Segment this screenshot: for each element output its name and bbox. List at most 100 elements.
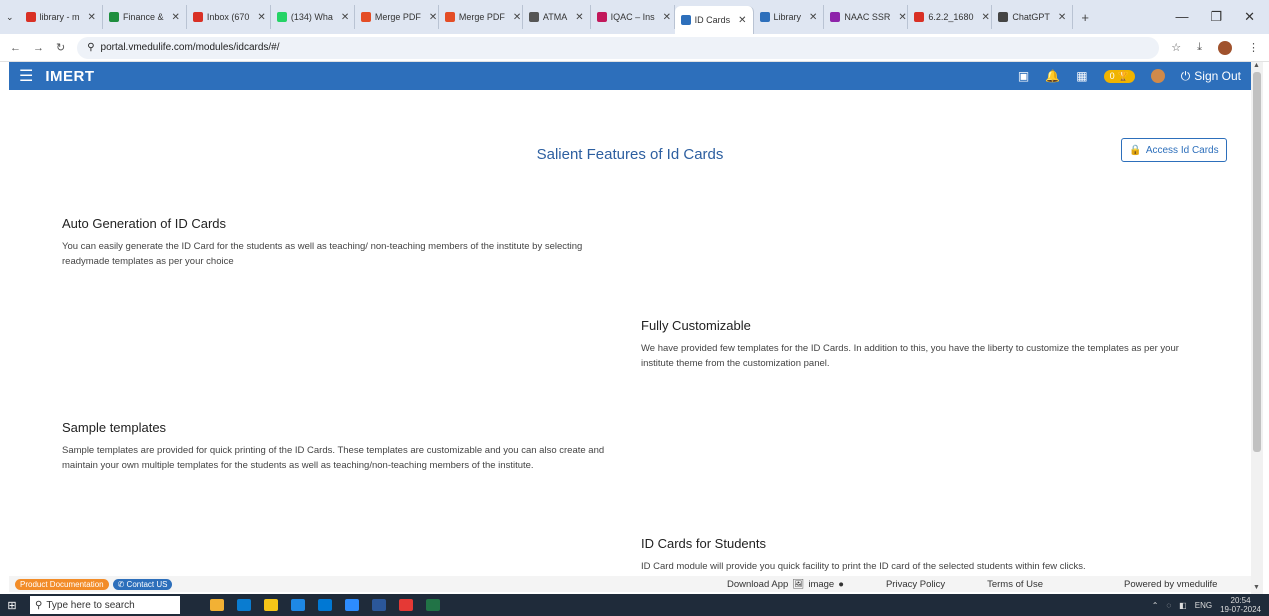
tab-close-icon[interactable]: ✕ [663, 12, 671, 23]
taskbar-app-icon[interactable] [237, 599, 251, 611]
power-icon: ⏻ [1180, 68, 1191, 83]
tab-close-icon[interactable]: ✕ [171, 12, 179, 23]
browser-tab[interactable]: Merge PDF ✕ [355, 5, 439, 29]
tab-label: 6.2.2_1680 [928, 12, 974, 22]
feature-title: ID Cards for Students [641, 536, 766, 551]
contact-us-button[interactable]: ✆ Contact US [112, 578, 173, 590]
taskbar-app-icon[interactable] [291, 599, 305, 611]
tab-close-icon[interactable]: ✕ [575, 12, 583, 23]
taskbar-app-icon[interactable] [345, 599, 359, 611]
browser-tab[interactable]: ATMA ✕ [523, 5, 591, 29]
apple-icon[interactable]: ● [838, 579, 844, 590]
taskbar-app-icon[interactable] [399, 599, 413, 611]
download-icon[interactable]: ⤓ [1197, 41, 1202, 54]
tab-close-icon[interactable]: ✕ [809, 12, 817, 23]
tab-close-icon[interactable]: ✕ [738, 15, 746, 26]
browser-tab[interactable]: ChatGPT ✕ [992, 5, 1074, 29]
tab-close-icon[interactable]: ✕ [429, 12, 437, 23]
tab-close-icon[interactable]: ✕ [513, 12, 521, 23]
window-controls: — ❐ ✕ [1175, 9, 1269, 25]
reload-icon[interactable]: ↻ [56, 41, 65, 54]
browser-tab[interactable]: NAAC SSR ✕ [824, 5, 909, 29]
browser-tab[interactable]: ID Cards ✕ [674, 6, 754, 34]
main-content: Salient Features of Id Cards 🔒 Access Id… [9, 90, 1251, 576]
browser-tab[interactable]: library - m ✕ [20, 5, 103, 29]
restore-icon[interactable]: ❐ [1210, 9, 1222, 25]
tab-close-icon[interactable]: ✕ [341, 12, 349, 23]
scrollbar-thumb[interactable] [1253, 72, 1261, 452]
tab-close-icon[interactable]: ✕ [1058, 12, 1066, 23]
site-settings-icon[interactable]: ⚲ [87, 42, 94, 53]
taskbar-app-icon[interactable] [264, 599, 278, 611]
search-icon: ⚲ [35, 599, 43, 611]
close-window-icon[interactable]: ✕ [1244, 9, 1255, 25]
windows-start-icon[interactable]: ⊞ [0, 599, 24, 612]
back-arrow-icon[interactable]: ← [10, 42, 21, 54]
browser-tab[interactable]: Inbox (670 ✕ [187, 5, 271, 29]
tab-close-icon[interactable]: ✕ [898, 12, 906, 23]
new-tab-plus-icon[interactable]: + [1073, 10, 1097, 25]
browser-tab[interactable]: (134) Wha ✕ [271, 5, 355, 29]
feature-auto-generation: Auto Generation of ID Cards You can easi… [62, 216, 622, 269]
taskbar-search[interactable]: ⚲ Type here to search [30, 596, 180, 614]
tab-favicon-icon [998, 12, 1009, 22]
tab-label: Inbox (670 [206, 12, 250, 22]
tab-close-icon[interactable]: ✕ [88, 12, 96, 23]
language-indicator[interactable]: ENG [1195, 601, 1212, 610]
download-app: Download App 🖼 image ● [727, 579, 844, 590]
bookmark-star-icon[interactable]: ☆ [1171, 41, 1181, 54]
privacy-policy-link[interactable]: Privacy Policy [886, 579, 945, 590]
browser-tab-strip: ⌄ library - m ✕ Finance & ✕ Inbox (670 ✕ (134)… [0, 0, 1269, 34]
taskbar-app-icon[interactable] [210, 599, 224, 611]
user-avatar[interactable] [1150, 69, 1165, 83]
windows-taskbar: ⊞ ⚲ Type here to search ⌃ ◌ ◧ ENG 20:54 … [0, 594, 1269, 616]
profile-avatar[interactable] [1218, 40, 1232, 55]
product-documentation-button[interactable]: Product Documentation [15, 578, 109, 590]
access-id-cards-label: Access Id Cards [1145, 144, 1219, 156]
forward-arrow-icon[interactable]: → [33, 42, 44, 54]
broken-image-icon[interactable]: 🖼 [792, 579, 804, 590]
points-badge[interactable]: 0 🏆 [1103, 69, 1135, 83]
page-scrollbar[interactable]: ▲ ▼ [1251, 62, 1263, 594]
access-id-cards-button[interactable]: 🔒 Access Id Cards [1121, 138, 1227, 162]
minimize-icon[interactable]: — [1175, 9, 1188, 25]
trophy-icon: 🏆 [1117, 70, 1129, 81]
url-field[interactable]: ⚲ portal.vmedulife.com/modules/idcards/#… [77, 36, 1160, 59]
network-icon[interactable]: ◌ [1166, 601, 1171, 610]
volume-icon[interactable]: ◧ [1179, 601, 1187, 610]
sign-out-button[interactable]: ⏻ Sign Out [1181, 69, 1241, 84]
tab-close-icon[interactable]: ✕ [981, 12, 989, 23]
scroll-up-arrow-icon[interactable]: ▲ [1253, 62, 1260, 69]
clock[interactable]: 20:54 19-07-2024 [1220, 596, 1261, 614]
taskbar-app-icon[interactable] [372, 599, 386, 611]
feature-fully-customizable: Fully Customizable We have provided few … [641, 318, 1201, 371]
download-app-label: Download App [727, 578, 789, 590]
tab-favicon-icon [596, 12, 607, 22]
tab-label: NAAC SSR [844, 12, 891, 22]
browser-tab[interactable]: Finance & ✕ [103, 5, 187, 29]
taskbar-app-icon[interactable] [318, 599, 332, 611]
browser-tab[interactable]: Merge PDF ✕ [439, 5, 523, 29]
clipboard-icon[interactable]: ▣ [1018, 69, 1029, 83]
tab-favicon-icon [192, 12, 203, 22]
tab-label: Merge PDF [374, 12, 421, 22]
browser-tab[interactable]: Library ✕ [754, 5, 825, 29]
hamburger-menu-icon[interactable]: ☰ [19, 66, 33, 86]
apps-grid-icon[interactable]: ▦ [1076, 69, 1087, 83]
app-header: ☰ IMERT ▣ 🔔 ▦ 0 🏆 ⏻ Sign Out [9, 62, 1251, 90]
scroll-down-arrow-icon[interactable]: ▼ [1253, 584, 1260, 591]
browser-menu-icon[interactable]: ⋮ [1248, 41, 1259, 54]
feature-text: ID Card module will provide you quick fa… [641, 561, 1086, 572]
notification-bell-icon[interactable]: 🔔 [1045, 69, 1060, 83]
app-title: IMERT [45, 67, 95, 85]
browser-tab[interactable]: 6.2.2_1680 ✕ [908, 5, 993, 29]
terms-of-use-link[interactable]: Terms of Use [987, 579, 1043, 590]
taskbar-app-icon[interactable] [426, 599, 440, 611]
tab-search-chevron-icon[interactable]: ⌄ [6, 12, 14, 23]
tray-chevron-icon[interactable]: ⌃ [1152, 601, 1159, 610]
tab-close-icon[interactable]: ✕ [257, 12, 265, 23]
phone-icon: ✆ [117, 579, 125, 589]
feature-title: Fully Customizable [641, 318, 751, 333]
feature-text: You can easily generate the ID Card for … [62, 241, 583, 267]
browser-tab[interactable]: IQAC – Ins ✕ [591, 5, 675, 29]
